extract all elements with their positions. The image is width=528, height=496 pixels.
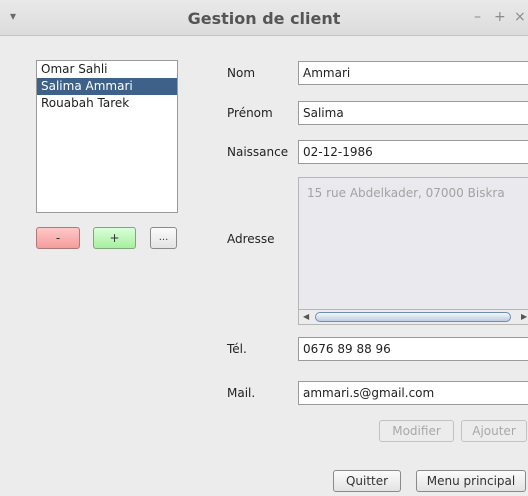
prenom-field[interactable]: Salima [298,101,528,125]
scroll-left-icon[interactable]: ◀ [303,312,309,321]
ajouter-button[interactable]: Ajouter [461,420,527,442]
prenom-label: Prénom [227,106,273,120]
client-list[interactable]: Omar Sahli Salima Ammari Rouabah Tarek [36,60,178,213]
client-management-window: ▾ Gestion de client – + × Omar Sahli Sal… [0,0,528,496]
nom-label: Nom [227,66,256,80]
more-options-button[interactable]: ... [150,227,177,249]
list-item[interactable]: Rouabah Tarek [37,95,177,112]
nom-field[interactable]: Ammari [298,61,528,85]
tel-label: Tél. [227,342,247,356]
modifier-button[interactable]: Modifier [379,420,454,442]
naissance-label: Naissance [227,145,289,159]
title-bar: ▾ Gestion de client – + × [0,0,528,36]
adresse-textarea[interactable]: 15 rue Abdelkader, 07000 Biskra ◀ ▶ [298,177,528,325]
minimize-icon[interactable]: – [474,9,481,25]
maximize-icon[interactable]: + [494,9,506,25]
menu-principal-button[interactable]: Menu principal [416,470,526,492]
mail-label: Mail. [227,386,256,400]
add-client-button[interactable]: + [93,227,136,249]
quitter-button[interactable]: Quitter [333,470,401,492]
adresse-text: 15 rue Abdelkader, 07000 Biskra [307,186,505,200]
window-title: Gestion de client [187,9,341,28]
list-item-selected[interactable]: Salima Ammari [37,78,177,95]
adresse-label: Adresse [227,232,275,246]
tel-field[interactable]: 0676 89 88 96 [298,337,528,361]
scrollbar-thumb[interactable] [315,312,511,322]
list-item[interactable]: Omar Sahli [37,61,177,78]
naissance-field[interactable]: 02-12-1986 [298,140,528,164]
mail-field[interactable]: ammari.s@gmail.com [298,381,528,405]
remove-client-button[interactable]: - [36,227,80,249]
scroll-right-icon[interactable]: ▶ [521,312,527,321]
close-icon[interactable]: × [514,9,526,25]
horizontal-scrollbar[interactable]: ◀ ▶ [299,309,528,324]
